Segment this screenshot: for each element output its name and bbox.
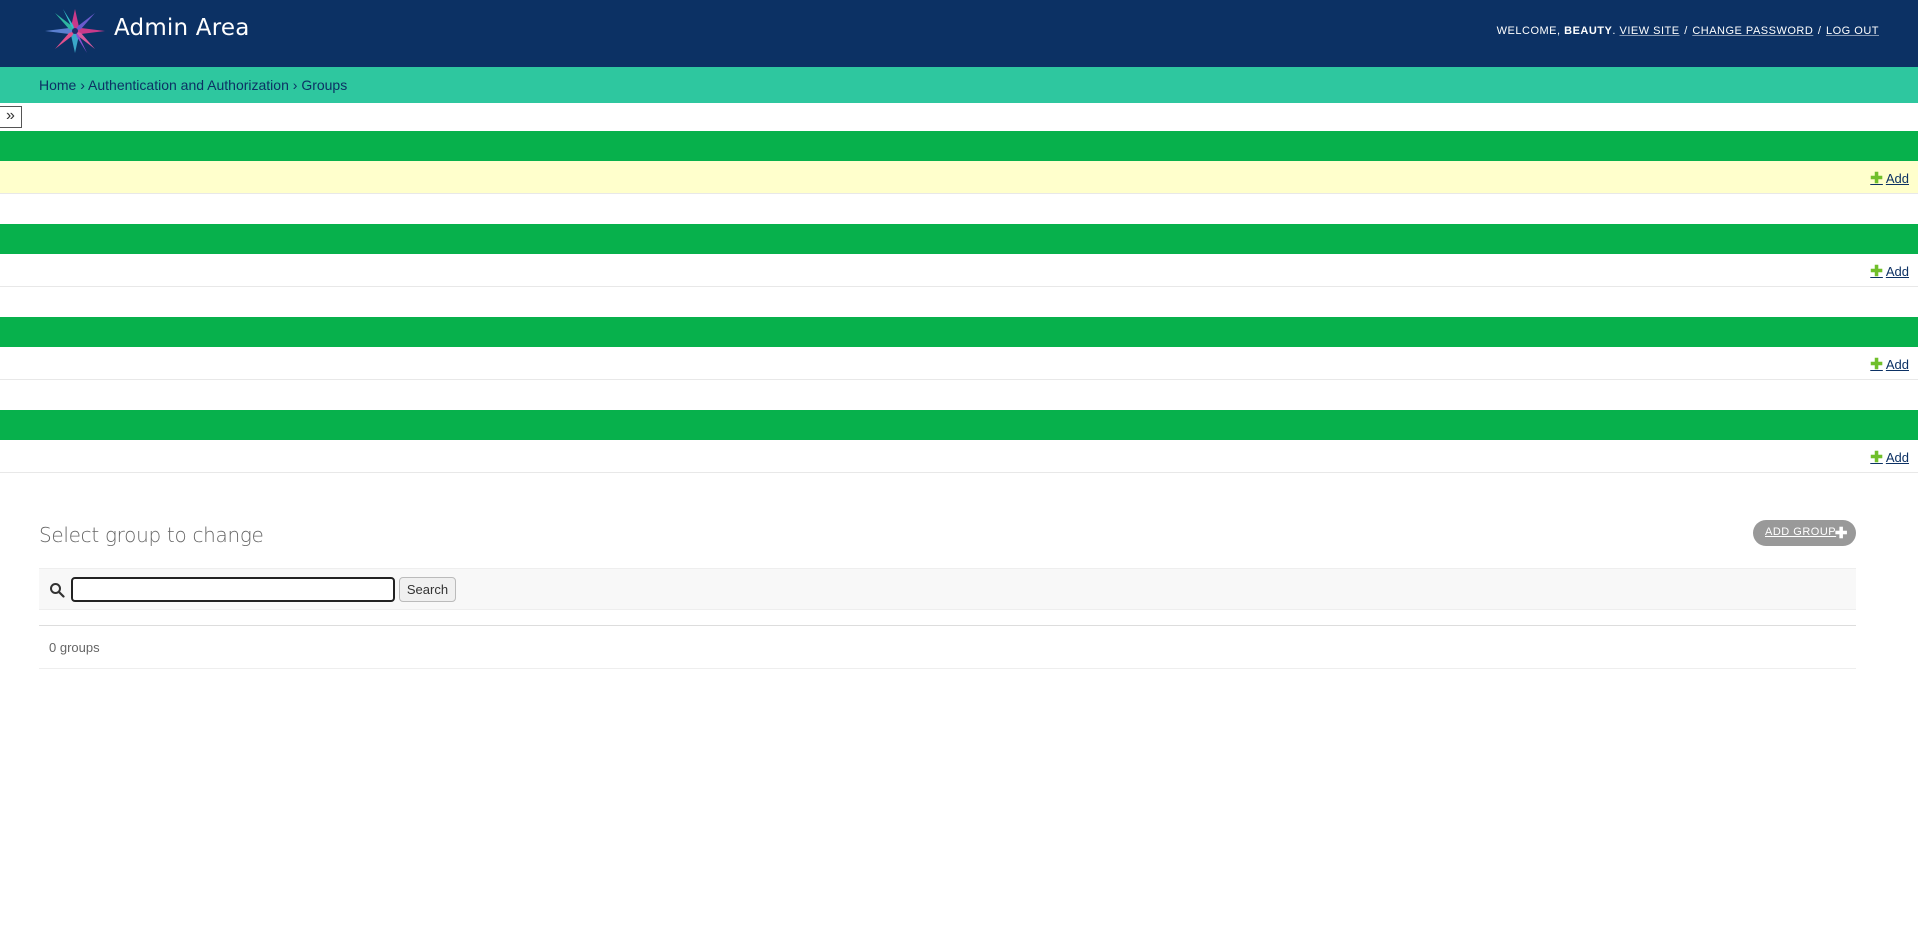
app-model-row: ✚ Add bbox=[0, 254, 1918, 287]
plus-icon: ✚ bbox=[1870, 263, 1883, 280]
site-title[interactable]: Admin Area bbox=[114, 15, 250, 41]
breadcrumb-separator: › bbox=[80, 77, 85, 93]
app-model-row: ✚ Add bbox=[0, 347, 1918, 380]
plus-icon: ✚ bbox=[1834, 525, 1848, 542]
separator: / bbox=[1684, 25, 1688, 37]
breadcrumb-current: Groups bbox=[301, 77, 348, 93]
add-group-button[interactable]: ADD GROUP ✚ bbox=[1753, 520, 1856, 546]
breadcrumb-separator: › bbox=[292, 77, 298, 93]
app-caption-bar bbox=[0, 410, 1918, 440]
search-icon bbox=[50, 583, 65, 598]
breadcrumb-auth[interactable]: Authentication and Authorization bbox=[88, 77, 289, 93]
result-count: 0 groups bbox=[49, 640, 100, 655]
search-toolbar: Search bbox=[39, 568, 1856, 610]
add-link[interactable]: ✚ Add bbox=[1870, 448, 1909, 466]
add-link[interactable]: ✚ Add bbox=[1870, 262, 1909, 280]
breadcrumb-home[interactable]: Home bbox=[39, 77, 76, 93]
add-link[interactable]: ✚ Add bbox=[1870, 169, 1909, 187]
add-link[interactable]: ✚ Add bbox=[1870, 355, 1909, 373]
search-input[interactable] bbox=[71, 577, 395, 602]
app-caption-bar bbox=[0, 131, 1918, 161]
separator: / bbox=[1817, 25, 1822, 37]
nav-sidebar-toggle[interactable]: » bbox=[0, 106, 22, 128]
log-out-link[interactable]: LOG OUT bbox=[1826, 25, 1879, 37]
result-count-row: 0 groups bbox=[39, 625, 1856, 669]
app-caption-bar bbox=[0, 317, 1918, 347]
app-model-row: ✚ Add bbox=[0, 161, 1918, 194]
search-button[interactable]: Search bbox=[399, 577, 456, 602]
user-tools: WELCOME, BEAUTY. VIEW SITE / CHANGE PASS… bbox=[1496, 25, 1879, 37]
username: BEAUTY bbox=[1564, 25, 1613, 37]
app-caption-bar bbox=[0, 224, 1918, 254]
plus-icon: ✚ bbox=[1870, 449, 1883, 466]
plus-icon: ✚ bbox=[1870, 356, 1883, 373]
change-password-link[interactable]: CHANGE PASSWORD bbox=[1692, 25, 1813, 37]
logo-icon[interactable] bbox=[42, 7, 108, 55]
header: Admin Area WELCOME, BEAUTY. VIEW SITE / … bbox=[0, 0, 1918, 67]
plus-icon: ✚ bbox=[1870, 170, 1883, 187]
app-model-row: ✚ Add bbox=[0, 440, 1918, 473]
view-site-link[interactable]: VIEW SITE bbox=[1620, 25, 1680, 37]
welcome-text: WELCOME, bbox=[1496, 25, 1561, 37]
page-title: Select group to change bbox=[39, 523, 264, 547]
breadcrumb: Home › Authentication and Authorization … bbox=[0, 67, 1918, 103]
